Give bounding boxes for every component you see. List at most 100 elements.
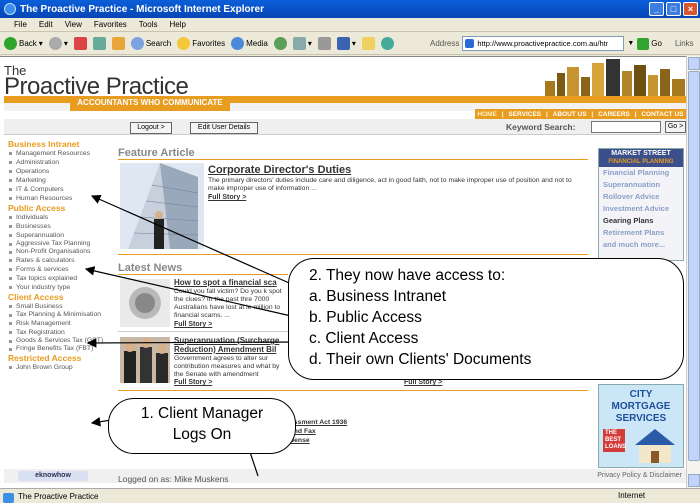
scroll-down-button[interactable] bbox=[688, 474, 700, 487]
city-mortgage-ad[interactable]: CITY MORTGAGE SERVICES THE BEST LOANS bbox=[598, 384, 684, 468]
market-item-superannuation[interactable]: Superannuation bbox=[599, 179, 683, 191]
eknowhow-logo[interactable]: eknowhow bbox=[18, 471, 88, 481]
nav-small-business[interactable]: Small Business bbox=[8, 302, 112, 311]
nav-gst[interactable]: Goods & Services Tax (GST) bbox=[8, 337, 112, 345]
callout-access-line-2: a. Business Intranet bbox=[309, 288, 446, 305]
address-dropdown-icon[interactable]: ▼ bbox=[627, 40, 634, 47]
nav-forms-services[interactable]: Forms & services bbox=[8, 265, 112, 274]
keyword-search-input[interactable] bbox=[591, 121, 661, 133]
messenger-button[interactable] bbox=[380, 37, 394, 50]
nav-about-us[interactable]: ABOUT US bbox=[553, 111, 587, 118]
links-button[interactable]: Links bbox=[675, 39, 694, 48]
refresh-icon bbox=[92, 37, 106, 50]
news-super-image bbox=[120, 337, 170, 383]
nav-it-computers[interactable]: IT & Computers bbox=[8, 185, 112, 194]
home-button[interactable] bbox=[111, 37, 125, 50]
stop-button[interactable] bbox=[73, 37, 87, 50]
menu-favorites[interactable]: Favorites bbox=[94, 20, 127, 29]
maximize-button[interactable]: □ bbox=[666, 2, 681, 16]
keyword-go-button[interactable]: Go > bbox=[665, 121, 686, 133]
feature-title-link[interactable]: Corporate Director's Duties bbox=[208, 164, 351, 176]
market-item-more[interactable]: and much more... bbox=[599, 239, 683, 251]
nav-operations[interactable]: Operations bbox=[8, 167, 112, 176]
nav-businesses[interactable]: Businesses bbox=[8, 222, 112, 231]
media-icon bbox=[231, 37, 245, 50]
nav-non-profit[interactable]: Non-Profit Organisations bbox=[8, 248, 112, 256]
mail-button[interactable]: ▾ bbox=[292, 37, 312, 50]
forward-button[interactable]: ▾ bbox=[48, 37, 68, 50]
go-button[interactable]: Go bbox=[637, 37, 662, 50]
close-button[interactable]: × bbox=[683, 2, 698, 16]
nav-careers[interactable]: CAREERS bbox=[598, 111, 630, 118]
discuss-button[interactable] bbox=[361, 37, 375, 50]
address-input[interactable]: http://www.proactivepractice.com.au/htr bbox=[462, 36, 625, 51]
keyword-label: Keyword Search: bbox=[506, 122, 576, 132]
nav-john-brown-group[interactable]: John Brown Group bbox=[8, 363, 112, 372]
minimize-button[interactable]: _ bbox=[649, 2, 664, 16]
favorites-button[interactable]: Favorites bbox=[177, 37, 225, 50]
scroll-up-button[interactable] bbox=[688, 57, 700, 70]
news-2-title-link[interactable]: Superannuation (Surcharge Reduction) Ame… bbox=[174, 336, 286, 354]
menu-tools[interactable]: Tools bbox=[139, 20, 158, 29]
nav-services[interactable]: SERVICES bbox=[508, 111, 541, 118]
page-footer: eknowhow Privacy Policy & Disclaimer bbox=[4, 469, 686, 483]
market-item-financial-planning[interactable]: Financial Planning bbox=[599, 167, 683, 179]
logout-button[interactable]: Logout > bbox=[130, 122, 172, 134]
news-2-full-story-link[interactable]: Full Story > bbox=[174, 379, 212, 386]
section-client-access[interactable]: Client Access bbox=[8, 292, 112, 302]
nav-tax-topics[interactable]: Tax topics explained bbox=[8, 274, 112, 283]
vertical-scrollbar[interactable] bbox=[686, 56, 700, 488]
menu-help[interactable]: Help bbox=[169, 20, 185, 29]
market-item-investment-advice[interactable]: Investment Advice bbox=[599, 203, 683, 215]
nav-superannuation[interactable]: Superannuation bbox=[8, 231, 112, 240]
nav-tax-planning[interactable]: Tax Planning & Minimisation bbox=[8, 311, 112, 319]
scroll-thumb[interactable] bbox=[688, 71, 700, 461]
nav-marketing[interactable]: Marketing bbox=[8, 176, 112, 185]
edit-button[interactable]: ▾ bbox=[336, 37, 356, 50]
news-1-full-story-link[interactable]: Full Story > bbox=[174, 321, 212, 328]
nav-aggressive-tax[interactable]: Aggressive Tax Planning bbox=[8, 240, 112, 248]
go-arrow-icon bbox=[637, 37, 650, 50]
menu-bar: File Edit View Favorites Tools Help bbox=[0, 18, 700, 32]
nav-contact-us[interactable]: CONTACT US bbox=[641, 111, 683, 118]
search-button[interactable]: Search bbox=[130, 37, 171, 50]
nav-tax-registration[interactable]: Tax Registration bbox=[8, 328, 112, 337]
back-button[interactable]: Back ▾ bbox=[4, 37, 43, 50]
market-item-retirement-plans[interactable]: Retirement Plans bbox=[599, 227, 683, 239]
star-icon bbox=[177, 37, 191, 50]
section-public-access[interactable]: Public Access bbox=[8, 203, 112, 213]
history-button[interactable] bbox=[273, 37, 287, 50]
news-1-title-link[interactable]: How to spot a financial sca bbox=[174, 278, 286, 287]
left-navigation: Business Intranet Management Resources A… bbox=[8, 139, 112, 372]
print-button[interactable] bbox=[317, 37, 331, 50]
menu-view[interactable]: View bbox=[65, 20, 82, 29]
market-item-gearing-plans[interactable]: Gearing Plans bbox=[599, 215, 683, 227]
nav-fbt[interactable]: Fringe Benefits Tax (FBT) bbox=[8, 345, 112, 353]
market-item-rollover-advice[interactable]: Rollover Advice bbox=[599, 191, 683, 203]
callout-access-line-4: c. Client Access bbox=[309, 330, 419, 347]
refresh-button[interactable] bbox=[92, 37, 106, 50]
nav-home[interactable]: HOME bbox=[477, 111, 497, 118]
nav-industry-type[interactable]: Your industry type bbox=[8, 283, 112, 292]
nav-management-resources[interactable]: Management Resources bbox=[8, 149, 112, 158]
callout-access: 2. They now have access to: a. Business … bbox=[288, 258, 684, 380]
nav-rates-calculators[interactable]: Rates & calculators bbox=[8, 256, 112, 265]
media-button[interactable]: Media bbox=[231, 37, 268, 50]
nav-individuals[interactable]: Individuals bbox=[8, 213, 112, 222]
nav-human-resources[interactable]: Human Resources bbox=[8, 194, 112, 203]
section-business-intranet[interactable]: Business Intranet bbox=[8, 139, 112, 149]
news-3-line-1[interactable]: essment Act 1936 bbox=[290, 419, 347, 427]
callout-access-line-5: d. Their own Clients' Documents bbox=[309, 351, 532, 368]
nav-risk-management[interactable]: Risk Management bbox=[8, 319, 112, 328]
menu-edit[interactable]: Edit bbox=[39, 20, 53, 29]
nav-administration[interactable]: Administration bbox=[8, 158, 112, 167]
edit-user-button[interactable]: Edit User Details bbox=[190, 122, 258, 134]
menu-file[interactable]: File bbox=[14, 20, 27, 29]
search-icon bbox=[130, 37, 144, 50]
news-3-full-story-link[interactable]: Full Story > bbox=[404, 379, 442, 386]
mail-icon bbox=[292, 37, 306, 50]
news-2-text: Government agrees to alter sur contribut… bbox=[174, 355, 280, 378]
section-restricted-access[interactable]: Restricted Access bbox=[8, 353, 112, 363]
feature-full-story-link[interactable]: Full Story > bbox=[208, 194, 246, 201]
privacy-link[interactable]: Privacy Policy & Disclaimer bbox=[597, 472, 682, 479]
